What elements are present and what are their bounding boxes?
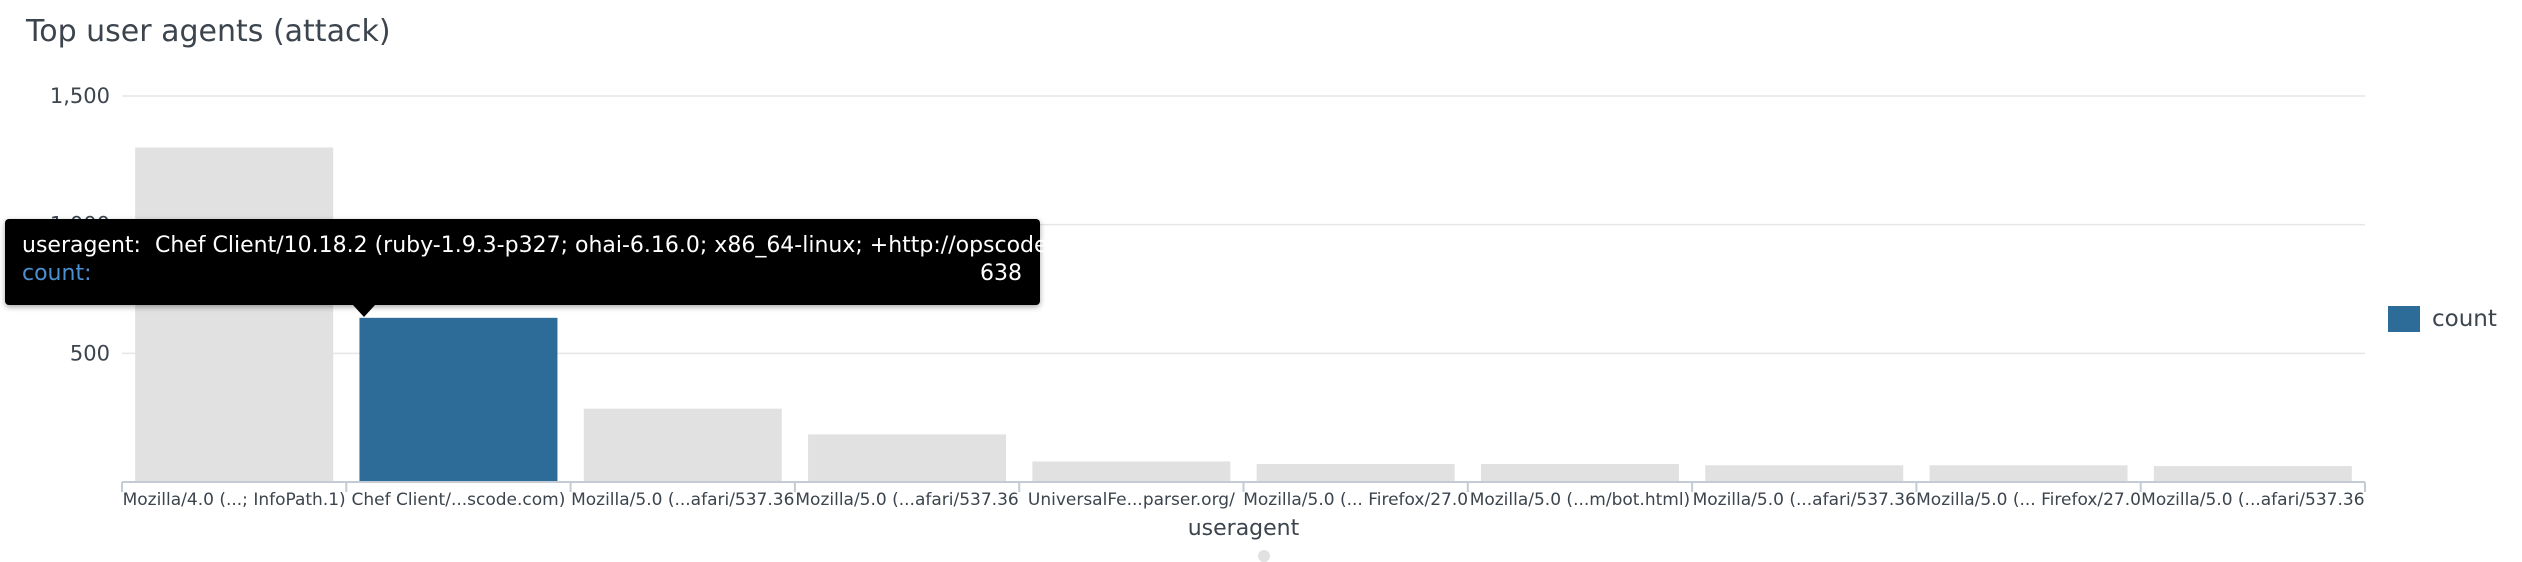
x-tick-label: Mozilla/5.0 (...afari/537.36	[1693, 490, 1916, 510]
bar[interactable]	[2153, 466, 2352, 482]
tooltip-field-value: Chef Client/10.18.2 (ruby-1.9.3-p327; oh…	[154, 233, 1111, 258]
bar[interactable]	[1256, 463, 1455, 482]
resize-handle[interactable]	[1258, 550, 1270, 562]
tooltip-arrow	[353, 305, 375, 317]
bars	[135, 147, 2352, 482]
tooltip-field-label: useragent:	[22, 233, 141, 258]
tooltip-count-value: 638	[980, 261, 1022, 286]
legend-label: count	[2432, 306, 2497, 332]
x-tick-label: Mozilla/5.0 (... Firefox/27.0	[1243, 490, 1468, 510]
x-tick-label: Mozilla/4.0 (...; InfoPath.1)	[123, 490, 346, 510]
x-tick-label: Mozilla/5.0 (...afari/537.36	[2141, 490, 2364, 510]
tooltip-field-row: useragent: Chef Client/10.18.2 (ruby-1.9.…	[22, 233, 1110, 258]
x-tick-label: Chef Client/...scode.com)	[352, 490, 566, 510]
bar[interactable]	[135, 147, 334, 482]
legend[interactable]: count	[2388, 306, 2497, 332]
x-axis-title: useragent	[1188, 516, 1300, 541]
y-tick-label: 1,500	[50, 84, 110, 108]
tooltip-count-label: count:	[22, 261, 92, 286]
bar[interactable]	[1032, 461, 1231, 482]
bar[interactable]	[1929, 465, 2128, 482]
bar[interactable]	[1705, 465, 1904, 482]
bar[interactable]	[359, 317, 558, 482]
x-tick-label: Mozilla/5.0 (...m/bot.html)	[1470, 490, 1691, 510]
tooltip: useragent: Chef Client/10.18.2 (ruby-1.9.…	[5, 219, 1110, 317]
x-tick-label: UniversalFe...parser.org/	[1028, 490, 1235, 510]
y-tick-label: 500	[70, 341, 110, 365]
bar[interactable]	[1480, 463, 1679, 482]
bar[interactable]	[583, 408, 782, 482]
x-tick-label: Mozilla/5.0 (...afari/537.36	[571, 490, 794, 510]
x-tick-label: Mozilla/5.0 (... Firefox/27.0	[1916, 490, 2141, 510]
legend-swatch	[2388, 306, 2420, 332]
x-axis-labels: Mozilla/4.0 (...; InfoPath.1) Chef Client…	[123, 490, 2365, 510]
x-tick-label: Mozilla/5.0 (...afari/537.36	[795, 490, 1018, 510]
bar[interactable]	[808, 434, 1007, 482]
